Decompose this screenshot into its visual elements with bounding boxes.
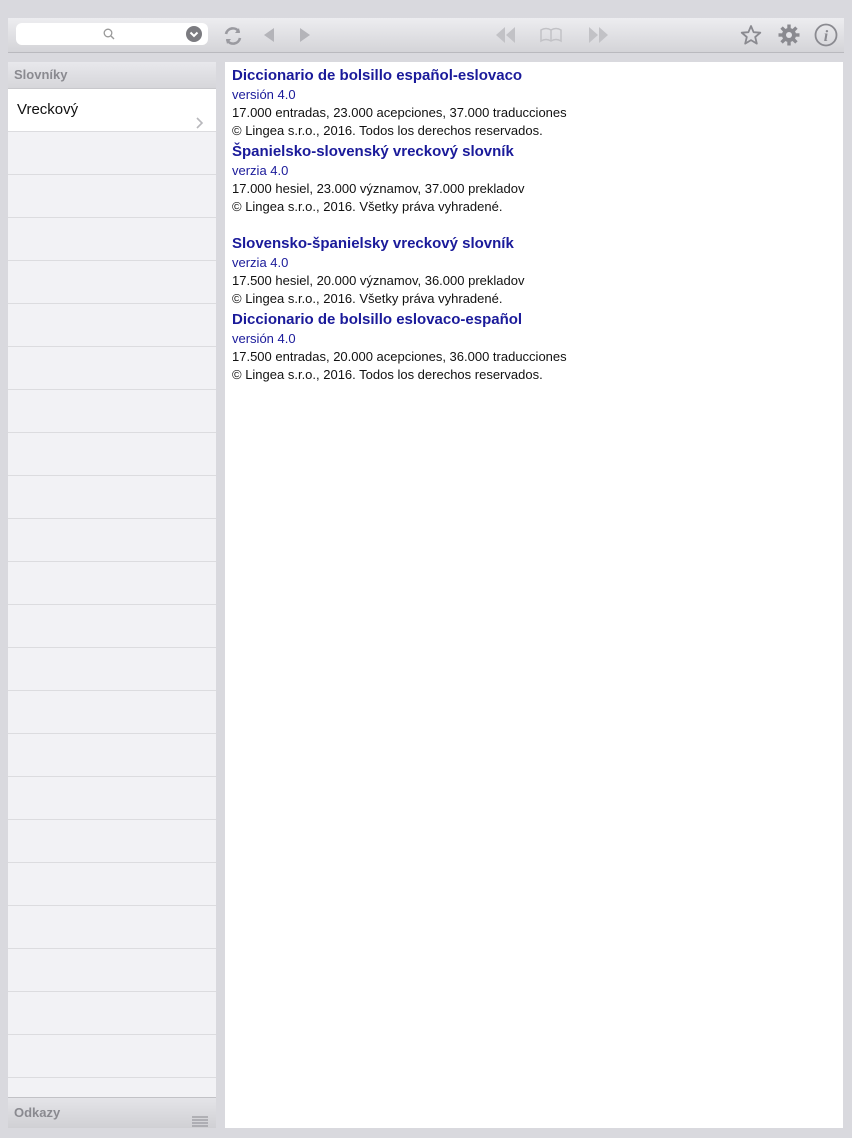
- empty-row: [8, 734, 216, 777]
- search-field[interactable]: [16, 23, 208, 45]
- sidebar-header: Slovníky: [8, 62, 216, 89]
- dictionary-entry: Diccionario de bolsillo español-eslovaco…: [232, 67, 843, 138]
- empty-row: [8, 519, 216, 562]
- sidebar: Slovníky Vreckový Odkazy: [8, 62, 216, 1128]
- entry-stats: 17.000 entradas, 23.000 acepciones, 37.0…: [232, 105, 567, 120]
- entry-version: verzia 4.0: [232, 255, 289, 270]
- gear-icon[interactable]: [778, 24, 800, 51]
- entry-title[interactable]: Diccionario de bolsillo español-eslovaco: [232, 67, 843, 84]
- chevron-right-icon: [196, 104, 204, 146]
- search-icon: [103, 27, 115, 45]
- sync-icon[interactable]: [222, 25, 244, 52]
- empty-row: [8, 261, 216, 304]
- info-icon[interactable]: i: [814, 23, 838, 52]
- forward-icon[interactable]: [298, 28, 312, 47]
- sidebar-item-label: Vreckový: [17, 101, 79, 118]
- entry-version: versión 4.0: [232, 331, 296, 346]
- empty-row: [8, 347, 216, 390]
- rewind-icon[interactable]: [494, 27, 516, 48]
- back-icon[interactable]: [262, 28, 276, 47]
- content-pane: Diccionario de bolsillo español-eslovaco…: [225, 62, 843, 1128]
- empty-row: [8, 777, 216, 820]
- toolbar: i: [8, 18, 844, 53]
- dictionary-entry: Španielsko-slovenský vreckový slovník ve…: [232, 143, 843, 214]
- empty-row: [8, 863, 216, 906]
- empty-row: [8, 992, 216, 1035]
- entry-title[interactable]: Slovensko-španielsky vreckový slovník: [232, 235, 843, 252]
- dropdown-icon[interactable]: [186, 26, 202, 47]
- book-icon[interactable]: [540, 27, 562, 48]
- sidebar-item-vreckovy[interactable]: Vreckový: [8, 89, 216, 132]
- fast-forward-icon[interactable]: [588, 27, 610, 48]
- dictionary-entry: Diccionario de bolsillo eslovaco-español…: [232, 311, 843, 382]
- entry-stats: 17.500 entradas, 20.000 acepciones, 36.0…: [232, 349, 567, 364]
- empty-row: [8, 132, 216, 175]
- list-icon[interactable]: [192, 1108, 208, 1138]
- search-input[interactable]: [22, 25, 176, 45]
- empty-row: [8, 175, 216, 218]
- footer-label: Odkazy: [14, 1105, 61, 1120]
- empty-row: [8, 691, 216, 734]
- empty-row: [8, 476, 216, 519]
- entry-title[interactable]: Španielsko-slovenský vreckový slovník: [232, 143, 843, 160]
- empty-row: [8, 648, 216, 691]
- svg-text:i: i: [824, 28, 829, 45]
- entry-copyright: © Lingea s.r.o., 2016. Všetky práva vyhr…: [232, 199, 503, 214]
- empty-row: [8, 562, 216, 605]
- entry-copyright: © Lingea s.r.o., 2016. Všetky práva vyhr…: [232, 291, 503, 306]
- empty-row: [8, 949, 216, 992]
- empty-row: [8, 906, 216, 949]
- entry-stats: 17.000 hesiel, 23.000 významov, 37.000 p…: [232, 181, 525, 196]
- sidebar-footer: Odkazy: [8, 1097, 216, 1128]
- empty-row: [8, 820, 216, 863]
- empty-row: [8, 1035, 216, 1078]
- entry-copyright: © Lingea s.r.o., 2016. Todos los derecho…: [232, 123, 543, 138]
- entry-stats: 17.500 hesiel, 20.000 významov, 36.000 p…: [232, 273, 525, 288]
- empty-row: [8, 390, 216, 433]
- entry-version: versión 4.0: [232, 87, 296, 102]
- empty-row: [8, 433, 216, 476]
- entry-version: verzia 4.0: [232, 163, 289, 178]
- empty-row: [8, 304, 216, 347]
- entry-title[interactable]: Diccionario de bolsillo eslovaco-español: [232, 311, 843, 328]
- empty-row: [8, 218, 216, 261]
- dictionary-entry: Slovensko-španielsky vreckový slovník ve…: [232, 235, 843, 306]
- star-icon[interactable]: [740, 24, 762, 51]
- empty-row: [8, 605, 216, 648]
- entry-copyright: © Lingea s.r.o., 2016. Todos los derecho…: [232, 367, 543, 382]
